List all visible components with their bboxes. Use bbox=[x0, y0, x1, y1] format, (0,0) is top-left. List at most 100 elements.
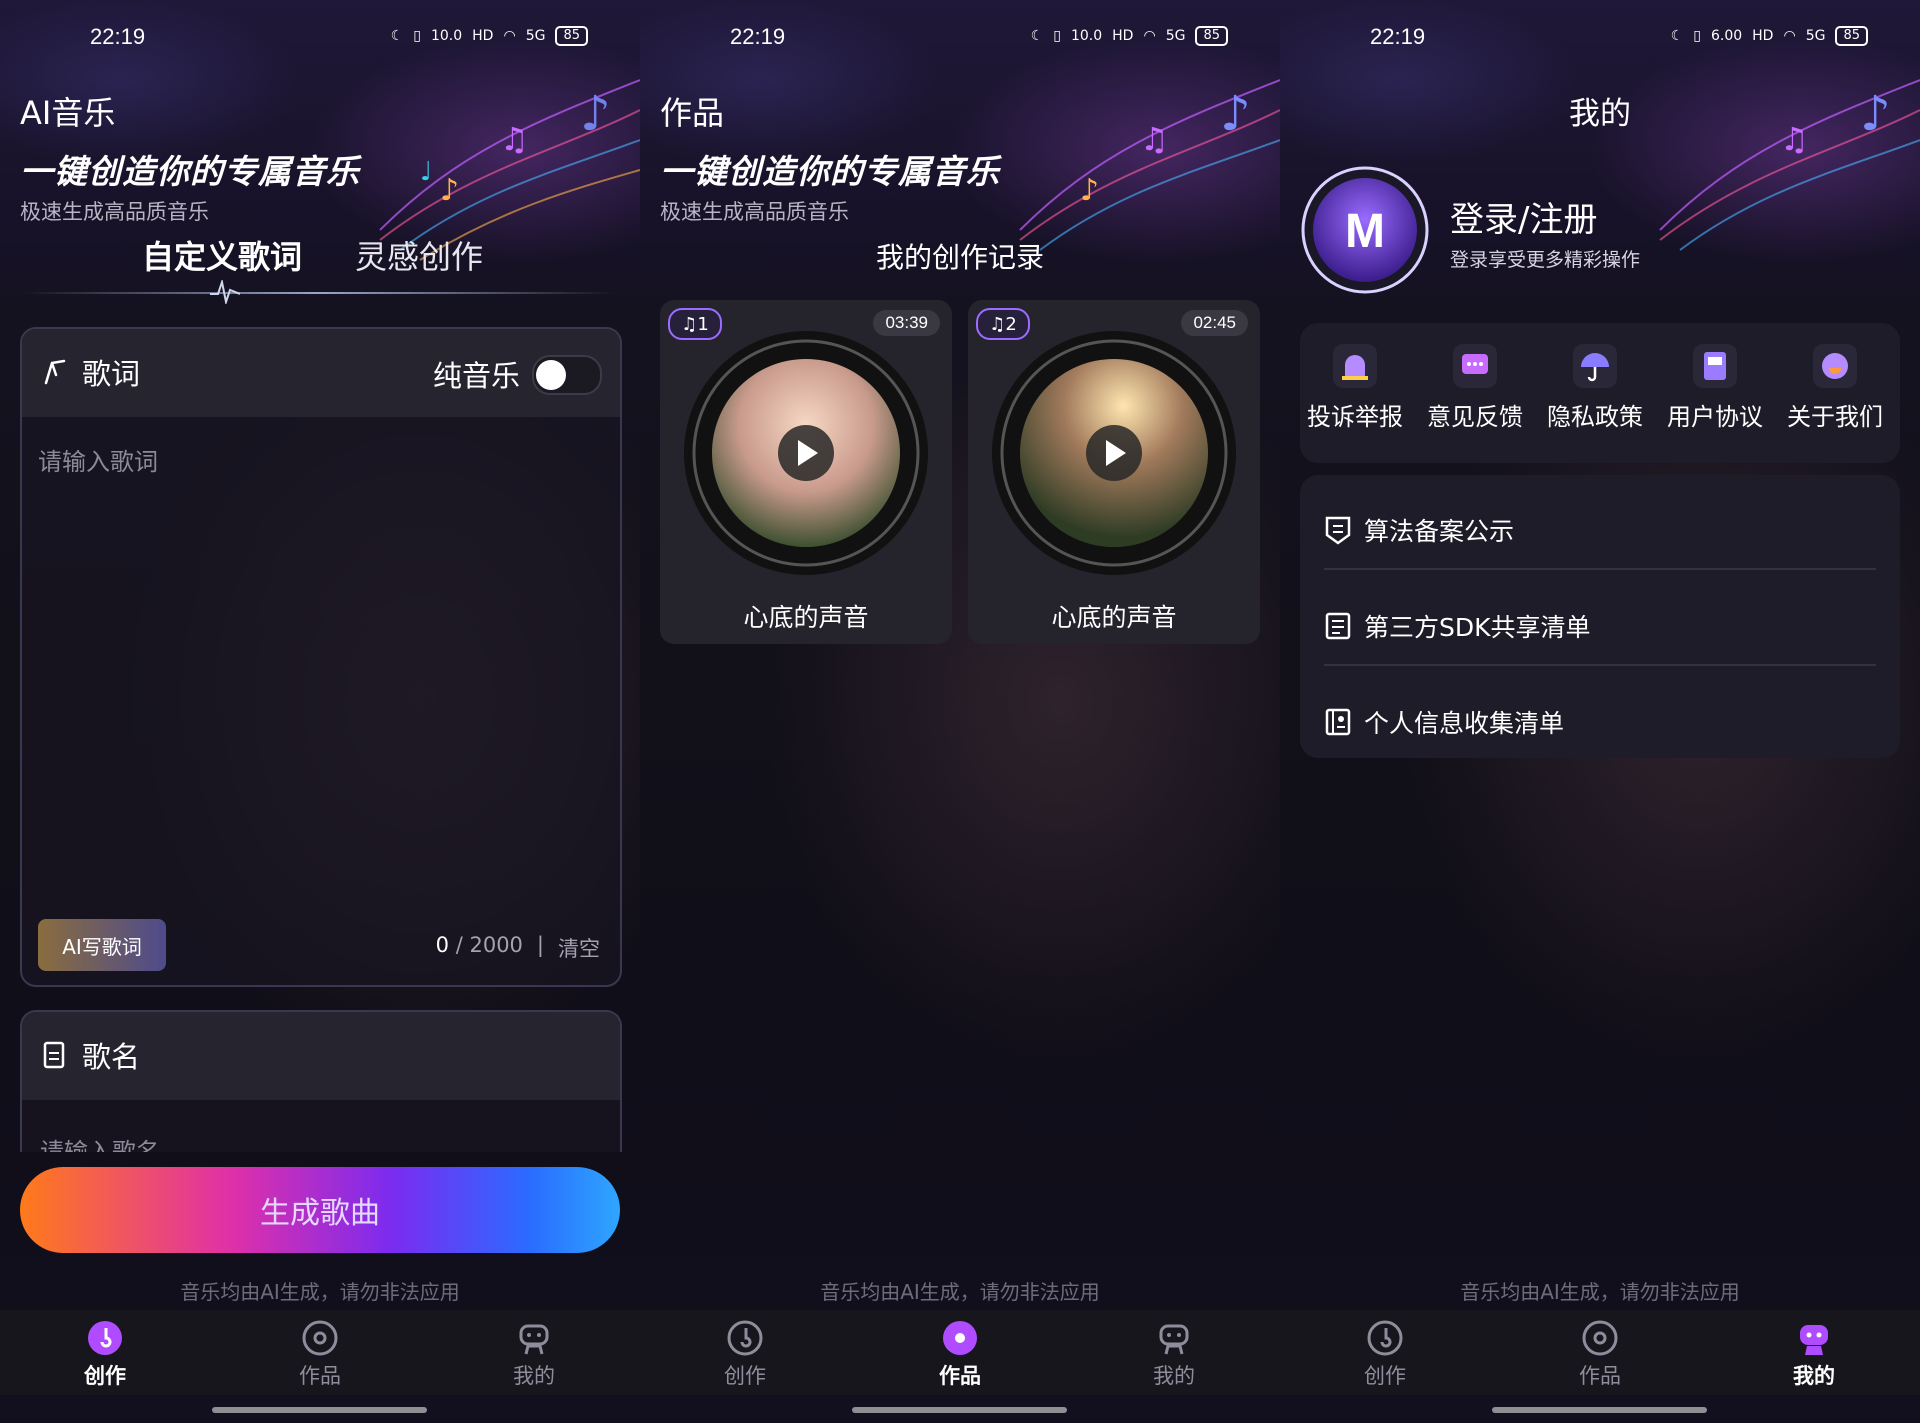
work-card[interactable]: ♫ 1 03:39 心底的声音 bbox=[660, 300, 952, 644]
nav-create[interactable]: 创作 bbox=[1335, 1320, 1435, 1390]
privacy-policy-button[interactable]: 隐私政策 bbox=[1540, 343, 1650, 432]
alarm-icon bbox=[1333, 344, 1377, 388]
user-agreement-button[interactable]: 用户协议 bbox=[1660, 343, 1770, 432]
list-item-label: 第三方SDK共享清单 bbox=[1364, 613, 1591, 642]
svg-text:♪: ♪ bbox=[1080, 173, 1099, 208]
nav-create[interactable]: 创作 bbox=[55, 1320, 155, 1390]
home-indicator bbox=[1492, 1407, 1707, 1413]
track-badge: ♫ 1 bbox=[668, 308, 722, 340]
ai-write-lyrics-button[interactable]: AI写歌词 bbox=[38, 919, 166, 971]
bottom-nav: 创作 作品 我的 bbox=[0, 1310, 640, 1395]
wifi-icon: ◠ bbox=[503, 28, 516, 44]
nav-mine[interactable]: 我的 bbox=[1764, 1320, 1864, 1390]
divider bbox=[1324, 568, 1876, 570]
clear-button[interactable]: 清空 bbox=[558, 933, 600, 963]
speed-indicator: 10.0 bbox=[430, 28, 463, 44]
pure-music-toggle[interactable] bbox=[532, 355, 602, 395]
screen-create: ♪ ♫ ♪ ♩ 22:19 ☾ ▯ 10.0 HD ◠ 5G 85 AI音乐 一… bbox=[0, 0, 640, 1423]
nav-mine-label: 我的 bbox=[1793, 1364, 1835, 1388]
quick-action-label: 关于我们 bbox=[1787, 403, 1883, 431]
login-register-link[interactable]: 登录/注册 bbox=[1450, 192, 1597, 241]
lyrics-card: 歌词 纯音乐 请输入歌词 AI写歌词 0 / 2000 | 清空 bbox=[20, 327, 622, 987]
duration: 03:39 bbox=[873, 310, 940, 336]
page-title: 我的 bbox=[1569, 96, 1631, 132]
create-icon bbox=[88, 1321, 122, 1355]
list-item-label: 算法备案公示 bbox=[1364, 517, 1515, 546]
create-icon bbox=[1367, 1320, 1403, 1356]
list-item-third-party-sdk[interactable]: 第三方SDK共享清单 bbox=[1324, 591, 1876, 661]
list-item-algorithm-filing[interactable]: 算法备案公示 bbox=[1324, 495, 1876, 565]
nav-create-label: 创作 bbox=[84, 1364, 126, 1388]
nav-works-label: 作品 bbox=[1579, 1364, 1621, 1388]
vinyl-disc bbox=[684, 331, 928, 575]
status-time: 22:19 bbox=[1370, 24, 1426, 49]
list-item-personal-info[interactable]: 个人信息收集清单 bbox=[1324, 687, 1876, 757]
song-name-card: 歌名 请输入歌名 bbox=[20, 1010, 622, 1152]
tab-custom-lyrics[interactable]: 自定义歌词 bbox=[142, 232, 302, 278]
vibrate-icon: ▯ bbox=[1693, 28, 1701, 44]
track-number: 1 bbox=[697, 313, 709, 335]
moon-icon: ☾ bbox=[1670, 28, 1684, 44]
bottom-nav: 创作 作品 我的 bbox=[640, 1310, 1280, 1395]
pen-icon bbox=[44, 359, 66, 385]
svg-text:M: M bbox=[1345, 205, 1385, 258]
home-indicator bbox=[852, 1407, 1067, 1413]
nav-mine[interactable]: 我的 bbox=[484, 1320, 584, 1390]
svg-text:♪: ♪ bbox=[1220, 86, 1251, 142]
disc-icon bbox=[302, 1320, 338, 1356]
status-bar: 22:19 ☾ ▯ 10.0 HD ◠ 5G 85 bbox=[640, 24, 1280, 56]
disclaimer: 音乐均由AI生成，请勿非法应用 bbox=[180, 1280, 460, 1304]
chat-icon bbox=[1453, 344, 1497, 388]
wifi-icon: ◠ bbox=[1143, 28, 1156, 44]
waveform-icon bbox=[210, 280, 240, 304]
nav-works[interactable]: 作品 bbox=[270, 1320, 370, 1390]
hd-icon: HD bbox=[1752, 28, 1774, 44]
nav-works[interactable]: 作品 bbox=[910, 1320, 1010, 1390]
counter-separator: | bbox=[536, 933, 544, 957]
vibrate-icon: ▯ bbox=[413, 28, 421, 44]
login-subtitle: 登录享受更多精彩操作 bbox=[1450, 249, 1641, 271]
battery-icon: 85 bbox=[1835, 26, 1868, 46]
track-number: 2 bbox=[1005, 313, 1017, 335]
generate-song-button[interactable]: 生成歌曲 bbox=[20, 1167, 620, 1253]
disclaimer: 音乐均由AI生成，请勿非法应用 bbox=[1460, 1280, 1740, 1304]
about-us-button[interactable]: 关于我们 bbox=[1780, 343, 1890, 432]
status-bar: 22:19 ☾ ▯ 10.0 HD ◠ 5G 85 bbox=[0, 24, 640, 56]
avatar[interactable]: M bbox=[1300, 165, 1430, 295]
wifi-icon: ◠ bbox=[1783, 28, 1796, 44]
track-badge: ♫ 2 bbox=[976, 308, 1030, 340]
pure-music-label: 纯音乐 bbox=[432, 359, 520, 393]
robot-icon bbox=[519, 1324, 549, 1355]
robot-icon bbox=[1800, 1325, 1828, 1355]
nav-create[interactable]: 创作 bbox=[695, 1320, 795, 1390]
speed-indicator: 6.00 bbox=[1710, 28, 1743, 44]
lyrics-input[interactable]: 请输入歌词 bbox=[38, 442, 158, 477]
status-time: 22:19 bbox=[90, 24, 146, 49]
nav-works-label: 作品 bbox=[939, 1364, 981, 1388]
status-bar: 22:19 ☾ ▯ 6.00 HD ◠ 5G 85 bbox=[1280, 24, 1920, 56]
list-item-label: 个人信息收集清单 bbox=[1364, 709, 1565, 738]
work-title: 心底的声音 bbox=[1051, 603, 1177, 632]
song-name-input[interactable]: 请输入歌名 bbox=[40, 1132, 160, 1152]
disc-icon bbox=[943, 1321, 977, 1355]
nav-works[interactable]: 作品 bbox=[1550, 1320, 1650, 1390]
lyrics-card-header: 歌词 纯音乐 bbox=[22, 329, 620, 417]
screen-mine: ♪ ♫ 22:19 ☾ ▯ 6.00 HD ◠ 5G 85 我的 M 登录/注册… bbox=[1280, 0, 1920, 1423]
quick-action-label: 投诉举报 bbox=[1307, 403, 1403, 431]
signal-icon: 5G bbox=[1165, 28, 1186, 44]
lyrics-counter: 0 / 2000 | 清空 bbox=[436, 933, 600, 963]
app-title: 作品 bbox=[660, 94, 725, 132]
feedback-button[interactable]: 意见反馈 bbox=[1420, 343, 1530, 432]
complaint-report-button[interactable]: 投诉举报 bbox=[1300, 343, 1410, 432]
battery-icon: 85 bbox=[555, 26, 588, 46]
quick-actions: 投诉举报 意见反馈 隐私政策 用户协议 关于我们 bbox=[1300, 323, 1900, 463]
lyrics-count: 0 bbox=[435, 933, 450, 957]
battery-icon: 85 bbox=[1195, 26, 1228, 46]
svg-text:♫: ♫ bbox=[500, 120, 529, 158]
smile-icon bbox=[1813, 344, 1857, 388]
nav-create-label: 创作 bbox=[724, 1364, 766, 1388]
list-doc-icon bbox=[1325, 612, 1351, 640]
work-card[interactable]: ♫ 2 02:45 心底的声音 bbox=[968, 300, 1260, 644]
nav-mine[interactable]: 我的 bbox=[1124, 1320, 1224, 1390]
tab-inspiration[interactable]: 灵感创作 bbox=[355, 232, 483, 278]
